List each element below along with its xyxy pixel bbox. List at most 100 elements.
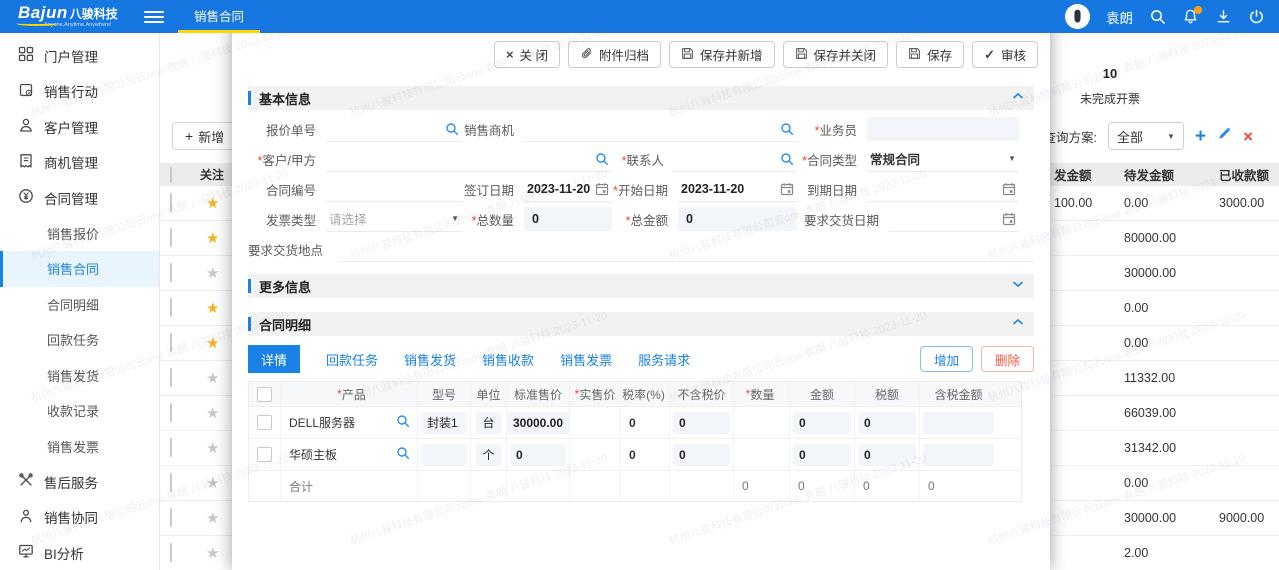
search-icon[interactable] — [445, 122, 459, 136]
logout-power-icon[interactable] — [1248, 8, 1265, 25]
customer-field[interactable] — [326, 146, 612, 172]
calendar-icon[interactable] — [595, 182, 609, 196]
star-icon[interactable]: ★ — [206, 266, 226, 281]
contract-type-select[interactable]: 常规合同▼ — [867, 146, 1019, 172]
delivery-date-field[interactable] — [889, 206, 1019, 232]
total-qty-field[interactable]: 0 — [524, 207, 612, 231]
audit-button[interactable]: ✓审核 — [972, 41, 1038, 68]
tax-rate-value[interactable]: 0 — [629, 416, 636, 430]
chevron-up-icon[interactable] — [1012, 89, 1024, 107]
row-checkbox[interactable] — [170, 228, 172, 247]
row-checkbox[interactable] — [170, 263, 172, 282]
add-row-button[interactable]: 增加 — [920, 346, 973, 372]
delivery-place-field[interactable] — [340, 236, 1034, 262]
star-icon[interactable]: ★ — [206, 196, 226, 211]
sidebar-item-payment-task[interactable]: 回款任务 — [0, 322, 159, 358]
star-icon[interactable]: ★ — [206, 511, 226, 526]
row-checkbox[interactable] — [170, 333, 172, 352]
save-and-new-button[interactable]: 保存并新增 — [669, 41, 775, 68]
sidebar-item-sales-collab[interactable]: 销售协同 — [0, 500, 159, 536]
search-icon[interactable] — [780, 152, 794, 166]
select-all-checkbox[interactable] — [257, 387, 272, 402]
sidebar-item-sales-delivery[interactable]: 销售发货 — [0, 358, 159, 394]
star-icon[interactable]: ★ — [206, 406, 226, 421]
amount-input[interactable]: 0 — [793, 444, 851, 466]
total-amount-field[interactable]: 0 — [678, 207, 797, 231]
tab-payment-task[interactable]: 回款任务 — [326, 350, 378, 369]
end-date-field[interactable] — [867, 176, 1019, 202]
attachment-archive-button[interactable]: 附件归档 — [568, 41, 661, 68]
select-all-checkbox[interactable] — [170, 167, 172, 183]
detail-row[interactable]: DELL服务器 封装1 台 30000.00 0 0 0 0 — [249, 407, 1021, 439]
row-checkbox[interactable] — [170, 298, 172, 317]
row-checkbox[interactable] — [170, 438, 172, 457]
quote-no-field[interactable] — [326, 116, 462, 142]
save-and-close-button[interactable]: 保存并关闭 — [783, 41, 889, 68]
star-icon[interactable]: ★ — [206, 231, 226, 246]
sidebar-item-after-sales[interactable]: 售后服务 — [0, 464, 159, 500]
row-checkbox[interactable] — [257, 415, 272, 430]
notifications-bell-icon[interactable] — [1182, 8, 1199, 25]
query-plan-select[interactable]: 全部 ▼ — [1108, 122, 1184, 150]
row-checkbox[interactable] — [170, 473, 172, 492]
download-icon[interactable] — [1215, 8, 1232, 25]
row-checkbox[interactable] — [257, 447, 272, 462]
chevron-up-icon[interactable] — [1012, 315, 1024, 333]
model-input[interactable]: 封装1 — [421, 412, 467, 434]
search-icon[interactable] — [396, 446, 410, 463]
search-icon[interactable] — [1149, 8, 1166, 25]
contact-field[interactable] — [674, 146, 797, 172]
menu-toggle-icon[interactable] — [144, 11, 164, 23]
salesman-field[interactable] — [867, 117, 1019, 141]
detail-row[interactable]: 华硕主板 个 0 0 0 0 0 — [249, 439, 1021, 471]
delete-row-button[interactable]: 删除 — [981, 346, 1034, 372]
edit-pencil-icon[interactable] — [1217, 126, 1232, 146]
tab-sales-receipt[interactable]: 销售收款 — [482, 350, 534, 369]
unit-input[interactable]: 个 — [476, 444, 502, 466]
chevron-down-icon[interactable] — [1012, 277, 1024, 295]
invoice-type-select[interactable]: 请选择▼ — [326, 206, 462, 232]
calendar-icon[interactable] — [1002, 212, 1016, 226]
star-icon[interactable]: ★ — [206, 336, 226, 351]
tab-sales-delivery[interactable]: 销售发货 — [404, 350, 456, 369]
tab-sales-invoice[interactable]: 销售发票 — [560, 350, 612, 369]
start-date-field[interactable]: 2023-11-20 — [678, 176, 797, 202]
open-tab-sales-contract[interactable]: 销售合同 — [178, 0, 260, 33]
row-checkbox[interactable] — [170, 543, 172, 562]
close-button[interactable]: ×关 闭 — [494, 41, 560, 68]
sidebar-item-opportunities[interactable]: 商机管理 — [0, 145, 159, 181]
star-icon[interactable]: ★ — [206, 546, 226, 561]
std-price-input[interactable]: 0 — [510, 444, 566, 466]
add-query-plan-icon[interactable]: + — [1195, 127, 1206, 146]
search-icon[interactable] — [396, 414, 410, 431]
amount-input[interactable]: 0 — [793, 412, 851, 434]
search-icon[interactable] — [780, 122, 794, 136]
no-tax-price-input[interactable]: 0 — [673, 444, 730, 466]
contract-no-field[interactable] — [326, 176, 462, 202]
save-button[interactable]: 保存 — [896, 41, 964, 68]
tab-detail[interactable]: 详情 — [248, 345, 300, 373]
delete-query-plan-icon[interactable]: × — [1243, 128, 1253, 145]
tab-service-request[interactable]: 服务请求 — [638, 350, 690, 369]
user-name[interactable]: 袁朗 — [1106, 7, 1133, 27]
avatar[interactable] — [1065, 4, 1090, 29]
star-icon[interactable]: ★ — [206, 371, 226, 386]
sidebar-item-sales-contract[interactable]: 销售合同 — [0, 251, 159, 287]
opportunity-field[interactable] — [524, 116, 797, 142]
unit-input[interactable]: 台 — [476, 412, 502, 434]
row-checkbox[interactable] — [170, 403, 172, 422]
sidebar-item-sales-action[interactable]: 销售行动 — [0, 74, 159, 110]
sidebar-item-sales-invoice[interactable]: 销售发票 — [0, 429, 159, 465]
calendar-icon[interactable] — [1002, 182, 1016, 196]
row-checkbox[interactable] — [170, 368, 172, 387]
sidebar-item-receipt-record[interactable]: 收款记录 — [0, 393, 159, 429]
tax-input[interactable]: 0 — [858, 412, 916, 434]
model-input[interactable] — [421, 444, 467, 466]
star-icon[interactable]: ★ — [206, 441, 226, 456]
section-contract-detail[interactable]: 合同明细 — [248, 312, 1034, 336]
tax-rate-value[interactable]: 0 — [629, 448, 636, 462]
calendar-icon[interactable] — [780, 182, 794, 196]
star-icon[interactable]: ★ — [206, 301, 226, 316]
search-icon[interactable] — [595, 152, 609, 166]
total-input[interactable] — [923, 444, 994, 466]
